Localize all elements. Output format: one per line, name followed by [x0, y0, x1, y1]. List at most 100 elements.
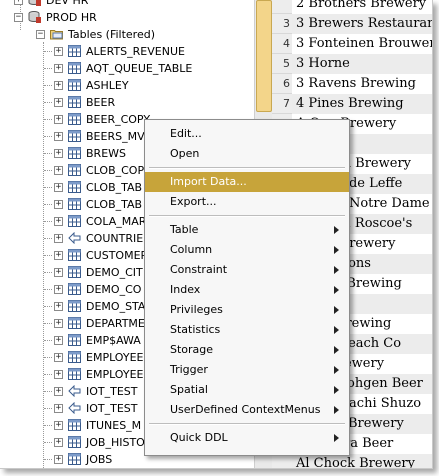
table-icon: [68, 368, 81, 380]
grid-row[interactable]: 53 Horne: [272, 54, 432, 74]
grid-row-number: 4: [272, 34, 292, 54]
menu-item-quick-ddl[interactable]: Quick DDL: [145, 428, 349, 448]
table-icon: [68, 45, 81, 57]
menu-item-storage[interactable]: Storage: [145, 340, 349, 360]
tree-item-label: BEER: [86, 96, 116, 109]
table-icon: [68, 419, 81, 431]
tree-table-item[interactable]: + AQT_QUEUE_TABLE: [0, 60, 254, 77]
submenu-arrow-icon: [334, 326, 339, 334]
grid-cell[interactable]: 4 Pines Brewing: [294, 94, 432, 114]
expand-toggle-icon[interactable]: +: [54, 64, 63, 73]
grid-row[interactable]: 74 Pines Brewing: [272, 94, 432, 114]
expand-toggle-icon[interactable]: +: [54, 47, 63, 56]
expand-toggle-icon[interactable]: +: [54, 132, 63, 141]
expand-toggle-icon[interactable]: +: [54, 98, 63, 107]
expand-toggle-icon[interactable]: +: [54, 370, 63, 379]
tree-item-label: CLOB_COP: [86, 164, 145, 177]
menu-item-constraint[interactable]: Constraint: [145, 260, 349, 280]
tree-item-label: DEMO_STA: [86, 300, 146, 313]
table-context-menu: Edit... Open Import Data... Export... Table C…: [144, 119, 350, 456]
tree-table-item[interactable]: + ALERTS_REVENUE: [0, 43, 254, 60]
database-icon: [28, 0, 41, 6]
collapse-toggle-icon[interactable]: −: [14, 13, 23, 22]
scrollbar-thumb[interactable]: [256, 0, 272, 112]
collapse-toggle-icon[interactable]: −: [36, 30, 45, 39]
expand-toggle-icon[interactable]: +: [54, 302, 63, 311]
expand-toggle-icon[interactable]: +: [54, 183, 63, 192]
expand-toggle-icon[interactable]: +: [54, 421, 63, 430]
menu-item-label: Table: [170, 223, 199, 236]
expand-toggle-icon[interactable]: +: [54, 268, 63, 277]
expand-toggle-icon[interactable]: +: [54, 149, 63, 158]
table-icon: [68, 164, 81, 176]
table-icon: [68, 283, 81, 295]
grid-row[interactable]: Al Chock Brewery: [272, 454, 432, 468]
submenu-arrow-icon: [334, 286, 339, 294]
expand-toggle-icon[interactable]: +: [54, 387, 63, 396]
tree-item-label: CLOB_TAB: [86, 181, 143, 194]
table-icon: [68, 147, 81, 159]
tree-table-item[interactable]: + BEER: [0, 94, 254, 111]
expand-toggle-icon[interactable]: +: [54, 285, 63, 294]
menu-item-userdefined-contextmenus[interactable]: UserDefined ContextMenus: [145, 400, 349, 420]
tree-item-label: EMPLOYEE: [86, 351, 144, 364]
grid-cell[interactable]: 3 Fonteinen Brouwerij: [294, 34, 432, 54]
submenu-arrow-icon: [334, 266, 339, 274]
menu-item-import-data[interactable]: Import Data...: [145, 172, 349, 192]
tree-item-label: CLOB_TAB: [86, 198, 143, 211]
menu-item-trigger[interactable]: Trigger: [145, 360, 349, 380]
table-icon: [68, 62, 81, 74]
menu-item-open[interactable]: Open: [145, 144, 349, 164]
menu-item-label: Storage: [170, 343, 214, 356]
menu-item-column[interactable]: Column: [145, 240, 349, 260]
tree-table-item[interactable]: + ASHLEY: [0, 77, 254, 94]
menu-item-index[interactable]: Index: [145, 280, 349, 300]
menu-item-privileges[interactable]: Privileges: [145, 300, 349, 320]
menu-separator: [149, 215, 345, 217]
menu-item-spatial[interactable]: Spatial: [145, 380, 349, 400]
menu-item-export[interactable]: Export...: [145, 192, 349, 212]
expand-toggle-icon[interactable]: +: [54, 438, 63, 447]
grid-row-number: 3: [272, 14, 292, 34]
grid-cell[interactable]: 3 Horne: [294, 54, 432, 74]
table-icon: [68, 453, 81, 465]
menu-item-label: Index: [170, 283, 201, 296]
database-icon: [28, 11, 41, 23]
table-icon: [68, 317, 81, 329]
expand-toggle-icon[interactable]: +: [54, 200, 63, 209]
menu-item-label: UserDefined ContextMenus: [170, 403, 321, 416]
expand-toggle-icon[interactable]: +: [54, 336, 63, 345]
grid-cell[interactable]: 3 Brewers Restaurant: [294, 14, 432, 34]
grid-cell[interactable]: 3 Ravens Brewing: [294, 74, 432, 94]
expand-toggle-icon[interactable]: +: [54, 234, 63, 243]
grid-row[interactable]: 63 Ravens Brewing: [272, 74, 432, 94]
folder-icon: [50, 28, 63, 40]
tree-connection-dev-hr[interactable]: + DEV HR: [0, 0, 254, 9]
menu-item-label: Spatial: [170, 383, 208, 396]
table-icon: [68, 351, 81, 363]
grid-row[interactable]: 2 Brothers Brewery: [272, 0, 432, 14]
expand-toggle-icon[interactable]: +: [54, 353, 63, 362]
menu-item-table[interactable]: Table: [145, 220, 349, 240]
expand-toggle-icon[interactable]: +: [54, 319, 63, 328]
menu-item-statistics[interactable]: Statistics: [145, 320, 349, 340]
expand-toggle-icon[interactable]: +: [54, 455, 63, 464]
menu-separator: [149, 167, 345, 169]
expand-toggle-icon[interactable]: +: [54, 166, 63, 175]
expand-toggle-icon[interactable]: +: [54, 115, 63, 124]
expand-toggle-icon[interactable]: +: [14, 0, 23, 5]
tree-folder-tables[interactable]: − Tables (Filtered): [0, 26, 254, 43]
grid-row[interactable]: 43 Fonteinen Brouwerij: [272, 34, 432, 54]
menu-item-edit[interactable]: Edit...: [145, 124, 349, 144]
expand-toggle-icon[interactable]: +: [54, 404, 63, 413]
grid-row[interactable]: 33 Brewers Restaurant: [272, 14, 432, 34]
menu-item-label: Column: [170, 243, 213, 256]
expand-toggle-icon[interactable]: +: [54, 251, 63, 260]
table-icon: [68, 130, 81, 142]
grid-cell[interactable]: Al Chock Brewery: [294, 454, 432, 468]
expand-toggle-icon[interactable]: +: [54, 81, 63, 90]
expand-toggle-icon[interactable]: +: [54, 217, 63, 226]
tree-connection-prod-hr[interactable]: − PROD HR: [0, 9, 254, 26]
menu-item-label: Trigger: [170, 363, 208, 376]
grid-cell[interactable]: 2 Brothers Brewery: [294, 0, 432, 14]
